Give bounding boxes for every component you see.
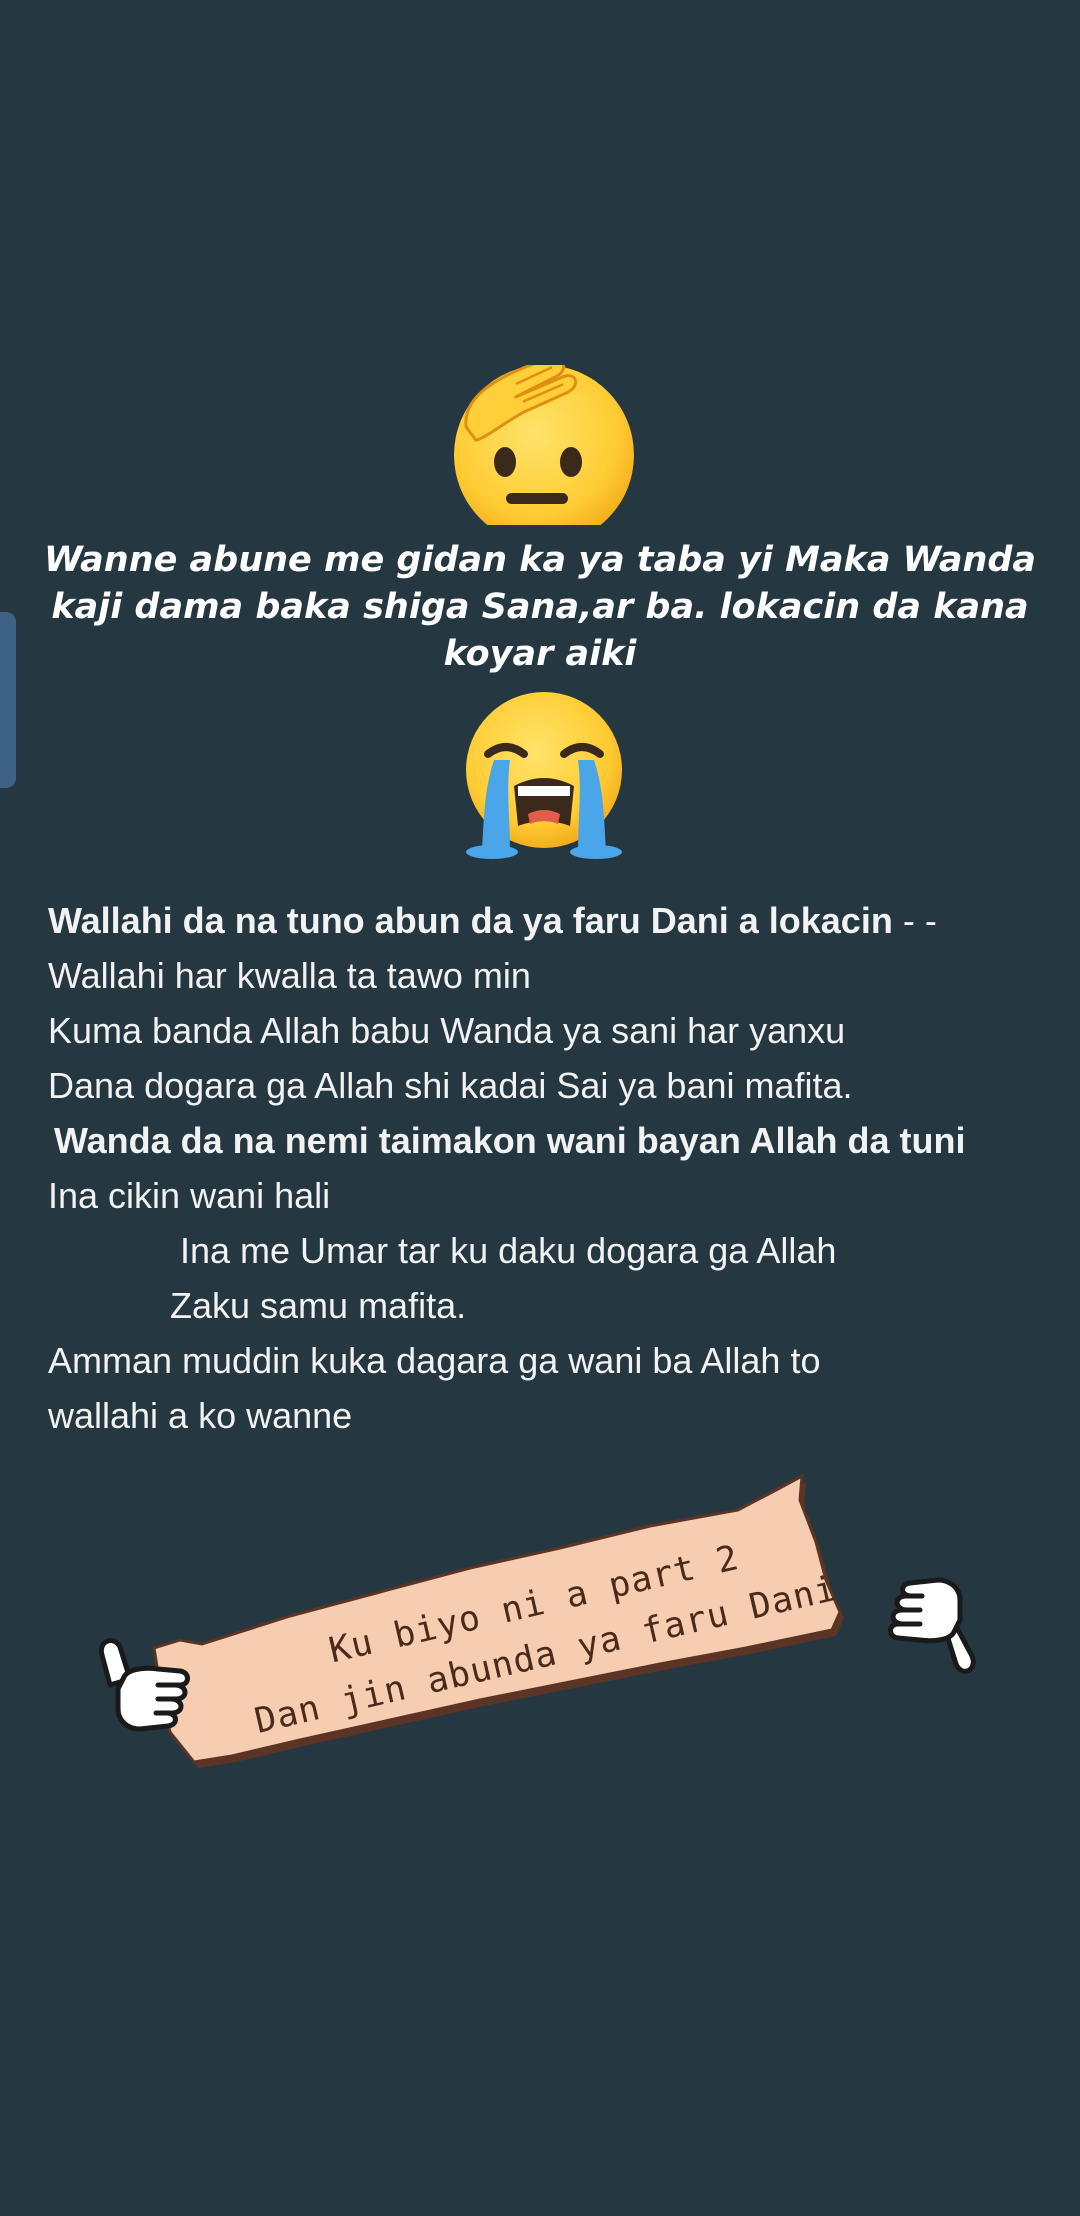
- body-line-1-suffix: - -: [892, 900, 937, 941]
- body-line-1-bold: Wallahi da na tuno abun da ya faru Dani …: [48, 900, 893, 941]
- body-line-7: Ina me Umar tar ku daku dogara ga Allah: [180, 1230, 837, 1271]
- intro-line-2: kaji dama baka shiga Sana,ar ba. lokacin…: [51, 587, 1029, 627]
- body-line-5: Wanda da na nemi taimakon wani bayan All…: [54, 1120, 966, 1161]
- body-line-9: Amman muddin kuka dagara ga wani ba Alla…: [48, 1340, 821, 1381]
- thumbs-up-icon: [98, 1638, 190, 1732]
- body-line-1: Wallahi da na tuno abun da ya faru Dani …: [48, 893, 1048, 948]
- thumbs-down-icon: [888, 1577, 976, 1674]
- intro-line-3: koyar aiki: [443, 634, 637, 674]
- part-2-banner: Ku biyo ni a part 2 Dan jin abunda ya fa…: [140, 1470, 940, 1800]
- intro-line-1: Wanne abune me gidan ka ya taba yi Maka …: [43, 540, 1037, 580]
- body-line-2: Wallahi har kwalla ta tawo min: [48, 955, 531, 996]
- body-line-10: wallahi a ko wanne: [48, 1395, 353, 1436]
- body-line-8: Zaku samu mafita.: [170, 1285, 467, 1326]
- side-edge-tab[interactable]: [0, 612, 16, 788]
- message-body: Wallahi da na tuno abun da ya faru Dani …: [48, 893, 1048, 1443]
- body-line-6: Ina cikin wani hali: [48, 1175, 331, 1216]
- body-line-3: Kuma banda Allah babu Wanda ya sani har …: [48, 1010, 846, 1051]
- loudly-crying-face-icon: [466, 692, 622, 859]
- intro-text: Wanne abune me gidan ka ya taba yi Maka …: [40, 537, 1040, 678]
- body-line-4: Dana dogara ga Allah shi kadai Sai ya ba…: [48, 1065, 853, 1106]
- saluting-face-icon: [454, 365, 634, 525]
